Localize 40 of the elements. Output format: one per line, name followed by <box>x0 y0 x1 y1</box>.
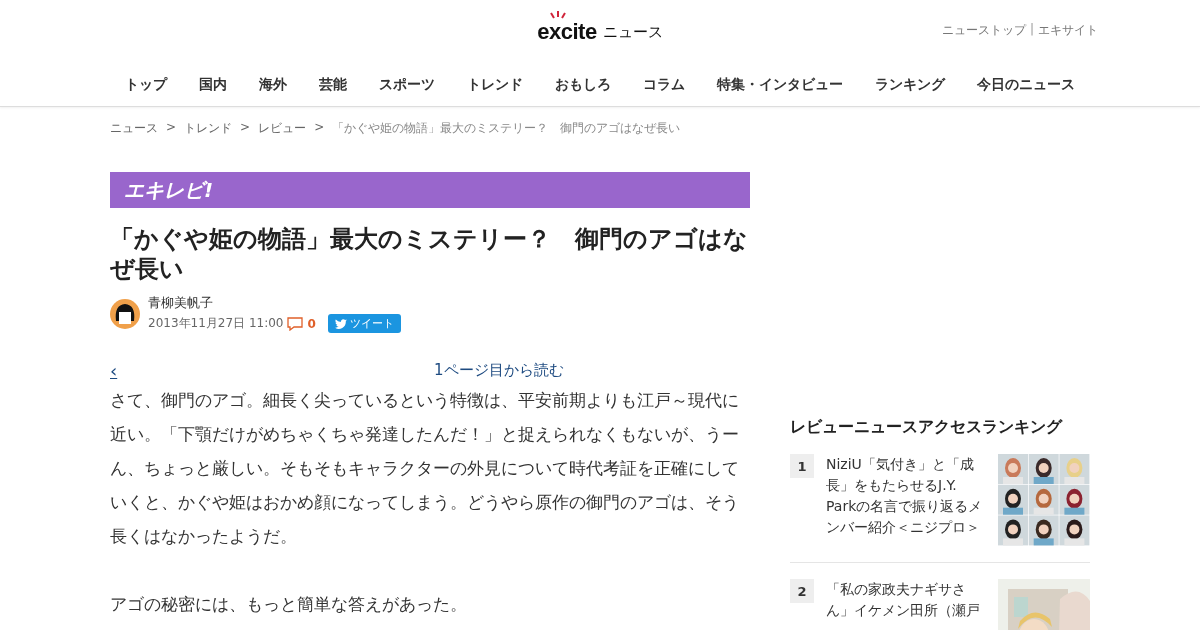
breadcrumb-separator: > <box>166 120 177 136</box>
comment-count[interactable]: 0 <box>307 316 316 331</box>
nav-item[interactable]: 国内 <box>199 76 227 94</box>
nav-item[interactable]: スポーツ <box>379 76 435 94</box>
nav-item[interactable]: ランキング <box>875 76 945 94</box>
breadcrumb-link[interactable]: ニュース <box>110 120 158 159</box>
publish-date: 2013年11月27日 11:00 <box>148 315 284 332</box>
header-link[interactable]: ニューストップ <box>941 22 1026 39</box>
ranking-title: レビューニュースアクセスランキング <box>790 417 1064 438</box>
breadcrumb-link[interactable]: トレンド <box>184 120 233 159</box>
rank-number: 2 <box>790 579 814 603</box>
link-separator: | <box>1029 22 1034 38</box>
article-title: 「かぐや姫の物語」最大のミステリー？ 御門のアゴはなぜ長い <box>110 224 749 284</box>
comment-icon[interactable] <box>287 316 304 331</box>
nav-item[interactable]: トップ <box>125 76 167 94</box>
first-page-link[interactable]: 1ページ目から読む <box>434 360 564 380</box>
nav-item[interactable]: トレンド <box>467 76 523 94</box>
header-link[interactable]: エキサイト <box>1038 22 1098 39</box>
breadcrumb-separator: > <box>240 120 251 136</box>
author-name[interactable]: 青柳美帆子 <box>148 294 401 312</box>
nav-item[interactable]: コラム <box>643 76 685 94</box>
article-paragraph: さて、御門のアゴ。細長く尖っているという特徴は、平安前期よりも江戸～現代に近い。「下顎だけがめちゃくちゃ発達したんだ！」と捉えられなくもないが、うーん、ちょっと厳しい。そもそもキャラクターの外見について時代考証を正確にしていくと、かぐや姫はおかめ顔になってしまう。どうやら原作の御門のアゴは、そう長くはなかったようだ。 <box>110 389 740 548</box>
article-paragraph: アゴの秘密には、もっと簡単な答えがあった。 <box>110 593 468 616</box>
breadcrumb-separator: > <box>314 120 325 136</box>
bird-icon <box>334 318 347 329</box>
rank-number: 1 <box>790 454 814 478</box>
breadcrumb-link[interactable]: レビュー <box>258 120 307 159</box>
avatar-icon <box>110 298 140 329</box>
logo-text[interactable]: excite <box>537 19 597 45</box>
nav-item[interactable]: おもしろ <box>555 76 611 94</box>
nav-item[interactable]: 特集・インタビュー <box>717 76 843 94</box>
previous-page-link[interactable]: ‹ <box>110 359 434 381</box>
banner-title: エキレビ! <box>124 176 214 204</box>
ranking-headline[interactable]: NiziU「気付き」と「成長」をもたらせるJ.Y. Parkの名言で振り返るメンバー紹介＜ニジプロ＞ <box>826 454 986 546</box>
nav-item[interactable]: 今日のニュース <box>977 76 1075 94</box>
nav-item[interactable]: 海外 <box>259 76 287 94</box>
nav-item[interactable]: 芸能 <box>319 76 347 94</box>
logo-subtitle: ニュース <box>602 22 663 42</box>
ranking-headline[interactable]: 「私の家政夫ナギサさん」イケメン田所（瀬戸 <box>826 579 986 630</box>
breadcrumb-link[interactable]: 「かぐや姫の物語」最大のミステリー？ 御門のアゴはなぜ長い <box>332 120 681 159</box>
